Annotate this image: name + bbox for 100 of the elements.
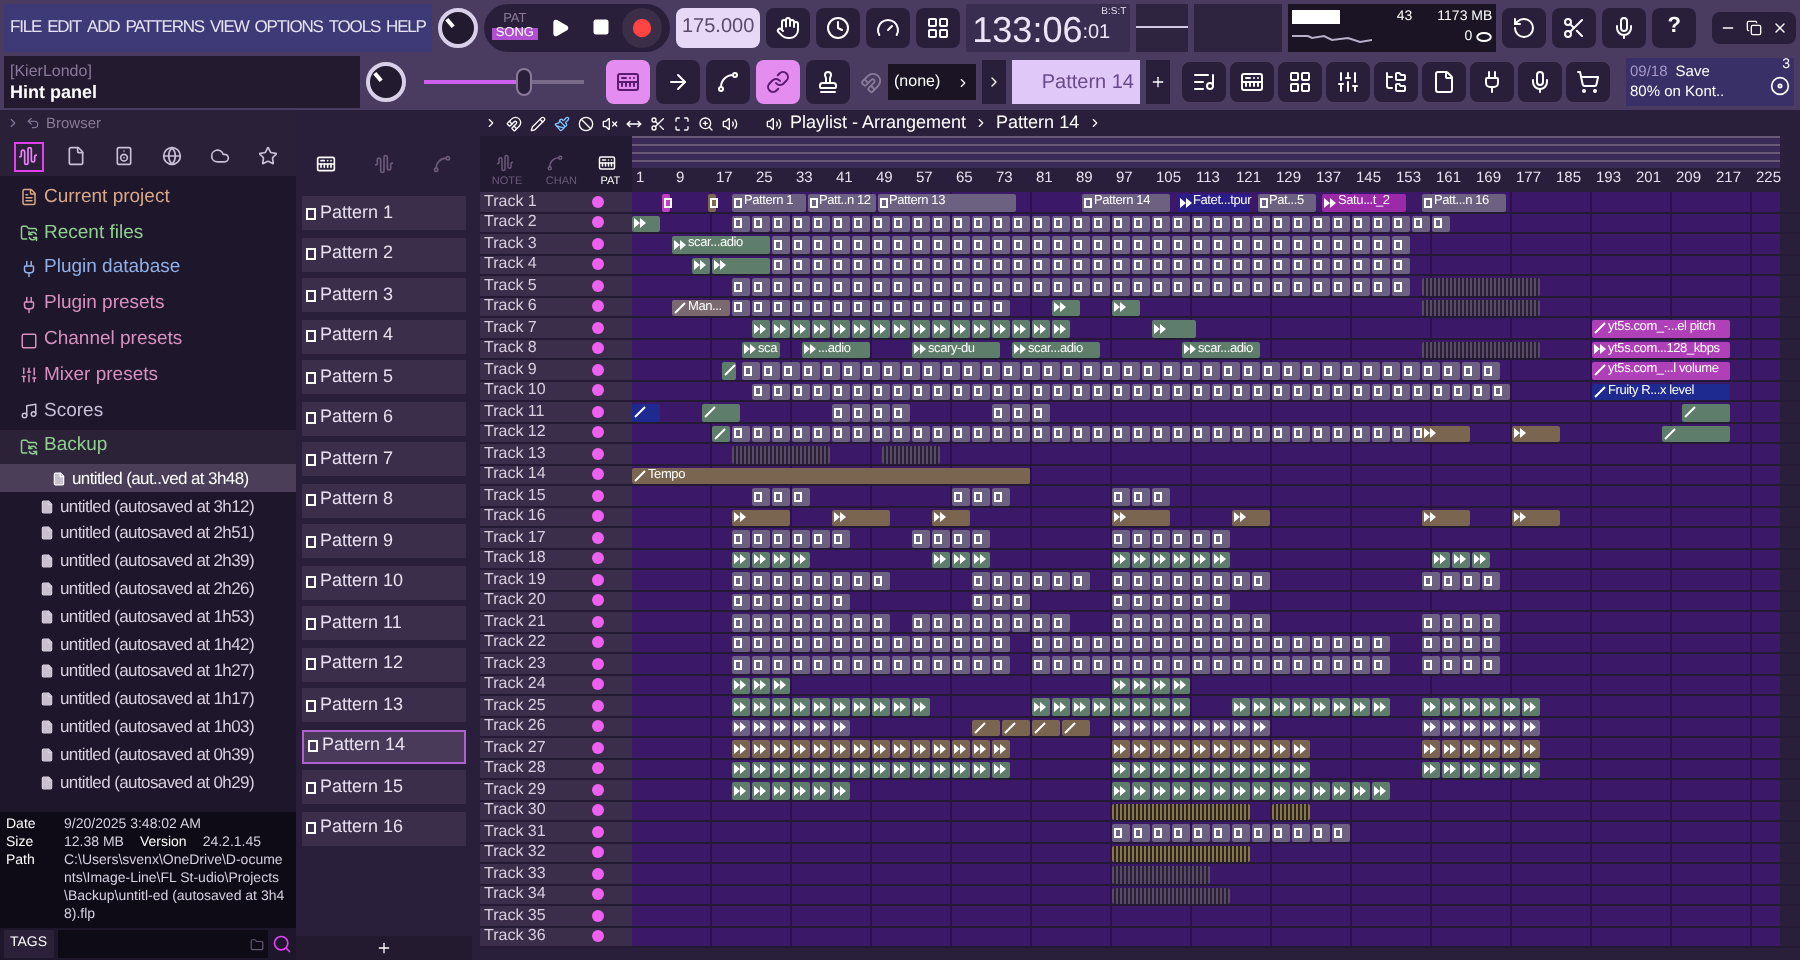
track-name: Track 2 [484, 214, 537, 231]
track-name: Track 7 [484, 319, 537, 336]
menu-item[interactable]: FILE [10, 14, 42, 40]
track-name: Track 29 [484, 781, 546, 798]
track-name: Track 34 [484, 886, 546, 903]
browser-folder[interactable]: Mixer presets [0, 357, 296, 394]
track-name: Track 22 [484, 634, 546, 651]
backup-file[interactable]: untitled (autosaved at 0h29) [0, 768, 296, 796]
backup-file[interactable]: untitled (autosaved at 1h03) [0, 713, 296, 741]
pattern-item[interactable]: Pattern 11 [302, 606, 466, 640]
track-name: Track 15 [484, 487, 546, 504]
track-header[interactable]: Track 23 [480, 654, 632, 673]
track-name: Track 9 [484, 361, 537, 378]
track-header[interactable]: Track 3 [480, 234, 632, 253]
track-name: Track 13 [484, 445, 546, 462]
track-name: Track 11 [484, 403, 545, 420]
tempo-field[interactable]: 175.000 [676, 7, 761, 47]
track-name: Track 25 [484, 697, 546, 714]
menu-item[interactable]: TOOLS [328, 14, 381, 40]
backup-file[interactable]: untitled (aut..ved at 3h48) [0, 464, 296, 493]
backup-file[interactable]: untitled (autosaved at 0h39) [0, 740, 296, 769]
backup-file[interactable]: untitled (autosaved at 1h53) [0, 602, 296, 631]
track-header[interactable]: Track 17 [480, 528, 632, 547]
browser-folder[interactable]: Current project [0, 180, 296, 216]
track-name: Track 1 [484, 193, 537, 210]
pattern-item[interactable]: Pattern 8 [302, 483, 466, 517]
track-name: Track 12 [484, 424, 546, 441]
pattern-item[interactable]: Pattern 15 [302, 770, 466, 804]
backup-file[interactable]: untitled (autosaved at 1h42) [0, 630, 296, 658]
track-name: Track 18 [484, 550, 546, 567]
browser-folder[interactable]: Backup [0, 429, 296, 465]
menu-item[interactable]: OPTIONS [254, 14, 323, 40]
pattern-item[interactable]: Pattern 14 [302, 729, 466, 763]
track-name: Track 24 [484, 676, 546, 693]
backup-file[interactable]: untitled (autosaved at 2h51) [0, 519, 296, 548]
backup-file[interactable]: untitled (autosaved at 3h12) [0, 492, 296, 520]
track-header[interactable]: Track 9 [480, 360, 632, 379]
track-header[interactable]: Track 29 [480, 780, 632, 799]
track-name: Track 36 [484, 928, 546, 945]
backup-file[interactable]: untitled (autosaved at 2h39) [0, 547, 296, 576]
track-header[interactable]: Track 1 [480, 192, 632, 211]
browser-folder[interactable]: Channel presets [0, 322, 296, 358]
track-name: Track 33 [484, 865, 546, 882]
pattern-item[interactable]: Pattern 3 [302, 278, 466, 312]
browser-folder[interactable]: Plugin presets [0, 286, 296, 323]
snap-value: (none) [894, 70, 941, 94]
browser-folder[interactable]: Plugin database [0, 251, 296, 287]
track-name: Track 14 [484, 466, 546, 483]
hint-text: Hint panel [10, 82, 100, 104]
track-header[interactable]: Track 15 [480, 486, 632, 505]
track-header[interactable]: Track 19 [480, 570, 632, 589]
backup-file[interactable]: untitled (autosaved at 1h17) [0, 685, 296, 714]
track-name: Track 17 [484, 529, 546, 546]
time-ticks: :01 [1082, 19, 1111, 47]
pattern-item[interactable]: Pattern 7 [302, 442, 466, 476]
help-button[interactable]: ? [1652, 7, 1697, 47]
pattern-item[interactable]: Pattern 9 [302, 524, 466, 558]
track-header[interactable]: Track 7 [480, 318, 632, 337]
track-name: Track 23 [484, 655, 546, 672]
track-name: Track 4 [484, 256, 537, 273]
browser-folder[interactable]: Recent files [0, 215, 296, 252]
track-name: Track 16 [484, 508, 546, 525]
track-name: Track 8 [484, 340, 537, 357]
pattern-item[interactable]: Pattern 6 [302, 401, 466, 435]
menu-item[interactable]: PATTERNS [125, 14, 204, 40]
track-header[interactable]: Track 33 [480, 864, 632, 883]
track-header[interactable]: Track 5 [480, 276, 632, 295]
track-header[interactable]: Track 21 [480, 612, 632, 631]
track-header[interactable]: Track 25 [480, 696, 632, 715]
track-header[interactable]: Track 13 [480, 444, 632, 463]
track-header[interactable]: Track 11 [480, 402, 632, 421]
pattern-item[interactable]: Pattern 13 [302, 688, 466, 722]
track-name: Track 35 [484, 907, 546, 924]
backup-file[interactable]: untitled (autosaved at 2h26) [0, 575, 296, 603]
time-value: 133:06 [972, 7, 1083, 51]
hint-title: [KierLondo] [10, 60, 94, 82]
track-header[interactable]: Track 35 [480, 906, 632, 925]
menu-item[interactable]: HELP [386, 14, 426, 40]
backup-file[interactable]: untitled (autosaved at 1h27) [0, 657, 296, 686]
pattern-selector[interactable]: Pattern 14 [1012, 60, 1140, 104]
playlist-pattern-name: Pattern 14 [996, 109, 1080, 136]
pattern-item[interactable]: Pattern 10 [302, 565, 466, 599]
track-name: Track 27 [484, 739, 546, 756]
snap-dropdown[interactable]: (none) [888, 64, 976, 100]
track-name: Track 19 [484, 571, 546, 588]
track-name: Track 6 [484, 298, 537, 315]
menu-item[interactable]: EDIT [47, 14, 82, 40]
pattern-item[interactable]: Pattern 1 [302, 196, 466, 230]
pattern-item[interactable]: Pattern 2 [302, 237, 466, 271]
menu-item[interactable]: VIEW [209, 14, 249, 40]
pattern-item[interactable]: Pattern 5 [302, 360, 466, 394]
pattern-item[interactable]: Pattern 12 [302, 647, 466, 681]
menu-item[interactable]: ADD [87, 14, 120, 40]
pattern-item[interactable]: Pattern 16 [302, 811, 466, 845]
track-header[interactable]: Track 31 [480, 822, 632, 841]
browser-folder[interactable]: Scores [0, 393, 296, 430]
pattern-item[interactable]: Pattern 4 [302, 319, 466, 353]
track-header[interactable]: Track 27 [480, 738, 632, 757]
track-name: Track 26 [484, 718, 546, 735]
track-name: Track 20 [484, 592, 546, 609]
